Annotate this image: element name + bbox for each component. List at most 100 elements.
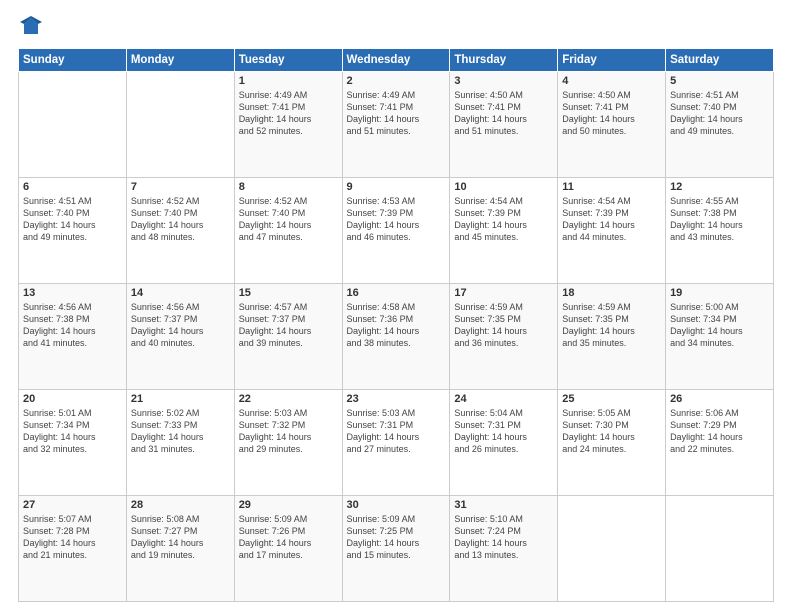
day-detail: Sunrise: 5:08 AM Sunset: 7:27 PM Dayligh… [131,513,230,562]
day-number: 18 [562,287,661,299]
day-detail: Sunrise: 4:51 AM Sunset: 7:40 PM Dayligh… [670,89,769,138]
day-cell: 17 Sunrise: 4:59 AM Sunset: 7:35 PM Dayli… [450,284,558,390]
day-detail: Sunrise: 4:53 AM Sunset: 7:39 PM Dayligh… [347,195,446,244]
day-number: 8 [239,181,338,193]
logo [18,18,42,38]
day-detail: Sunrise: 5:09 AM Sunset: 7:26 PM Dayligh… [239,513,338,562]
day-detail: Sunrise: 4:54 AM Sunset: 7:39 PM Dayligh… [562,195,661,244]
day-cell: 27 Sunrise: 5:07 AM Sunset: 7:28 PM Dayli… [19,496,127,602]
header-row: SundayMondayTuesdayWednesdayThursdayFrid… [19,49,774,72]
day-cell: 20 Sunrise: 5:01 AM Sunset: 7:34 PM Dayli… [19,390,127,496]
day-cell: 19 Sunrise: 5:00 AM Sunset: 7:34 PM Dayli… [666,284,774,390]
header-friday: Friday [558,49,666,72]
day-detail: Sunrise: 5:07 AM Sunset: 7:28 PM Dayligh… [23,513,122,562]
day-number: 1 [239,75,338,87]
day-detail: Sunrise: 5:03 AM Sunset: 7:31 PM Dayligh… [347,407,446,456]
day-detail: Sunrise: 4:59 AM Sunset: 7:35 PM Dayligh… [562,301,661,350]
day-number: 23 [347,393,446,405]
day-number: 19 [670,287,769,299]
week-row-3: 13Sunrise: 4:56 AM Sunset: 7:38 PM Dayli… [19,284,774,390]
day-detail: Sunrise: 4:49 AM Sunset: 7:41 PM Dayligh… [239,89,338,138]
day-cell: 14Sunrise: 4:56 AM Sunset: 7:37 PM Dayli… [126,284,234,390]
page: SundayMondayTuesdayWednesdayThursdayFrid… [0,0,792,612]
day-cell: 10 Sunrise: 4:54 AM Sunset: 7:39 PM Dayli… [450,178,558,284]
day-cell: 1 Sunrise: 4:49 AM Sunset: 7:41 PM Daylig… [234,72,342,178]
day-detail: Sunrise: 4:52 AM Sunset: 7:40 PM Dayligh… [131,195,230,244]
day-detail: Sunrise: 5:00 AM Sunset: 7:34 PM Dayligh… [670,301,769,350]
day-number: 28 [131,499,230,511]
week-row-1: 1 Sunrise: 4:49 AM Sunset: 7:41 PM Daylig… [19,72,774,178]
day-cell: 7Sunrise: 4:52 AM Sunset: 7:40 PM Daylig… [126,178,234,284]
header-sunday: Sunday [19,49,127,72]
week-row-4: 20 Sunrise: 5:01 AM Sunset: 7:34 PM Dayli… [19,390,774,496]
header-saturday: Saturday [666,49,774,72]
day-cell: 5 Sunrise: 4:51 AM Sunset: 7:40 PM Daylig… [666,72,774,178]
day-cell: 9 Sunrise: 4:53 AM Sunset: 7:39 PM Daylig… [342,178,450,284]
day-cell [19,72,127,178]
day-number: 17 [454,287,553,299]
day-cell: 22 Sunrise: 5:03 AM Sunset: 7:32 PM Dayli… [234,390,342,496]
day-number: 16 [347,287,446,299]
day-number: 11 [562,181,661,193]
day-detail: Sunrise: 5:03 AM Sunset: 7:32 PM Dayligh… [239,407,338,456]
day-cell: 12Sunrise: 4:55 AM Sunset: 7:38 PM Dayli… [666,178,774,284]
day-number: 22 [239,393,338,405]
day-cell: 26 Sunrise: 5:06 AM Sunset: 7:29 PM Dayli… [666,390,774,496]
day-cell: 6 Sunrise: 4:51 AM Sunset: 7:40 PM Daylig… [19,178,127,284]
day-cell [126,72,234,178]
day-number: 14 [131,287,230,299]
day-cell: 21Sunrise: 5:02 AM Sunset: 7:33 PM Dayli… [126,390,234,496]
day-number: 9 [347,181,446,193]
day-detail: Sunrise: 5:06 AM Sunset: 7:29 PM Dayligh… [670,407,769,456]
day-number: 25 [562,393,661,405]
day-detail: Sunrise: 5:04 AM Sunset: 7:31 PM Dayligh… [454,407,553,456]
header-wednesday: Wednesday [342,49,450,72]
day-number: 5 [670,75,769,87]
day-cell: 24 Sunrise: 5:04 AM Sunset: 7:31 PM Dayli… [450,390,558,496]
day-cell [666,496,774,602]
day-cell: 30Sunrise: 5:09 AM Sunset: 7:25 PM Dayli… [342,496,450,602]
day-number: 29 [239,499,338,511]
day-detail: Sunrise: 4:50 AM Sunset: 7:41 PM Dayligh… [454,89,553,138]
header-monday: Monday [126,49,234,72]
day-number: 3 [454,75,553,87]
day-number: 2 [347,75,446,87]
day-cell: 3 Sunrise: 4:50 AM Sunset: 7:41 PM Daylig… [450,72,558,178]
day-detail: Sunrise: 4:57 AM Sunset: 7:37 PM Dayligh… [239,301,338,350]
day-cell: 13Sunrise: 4:56 AM Sunset: 7:38 PM Dayli… [19,284,127,390]
day-detail: Sunrise: 5:09 AM Sunset: 7:25 PM Dayligh… [347,513,446,562]
week-row-2: 6 Sunrise: 4:51 AM Sunset: 7:40 PM Daylig… [19,178,774,284]
week-row-5: 27 Sunrise: 5:07 AM Sunset: 7:28 PM Dayli… [19,496,774,602]
day-number: 27 [23,499,122,511]
day-detail: Sunrise: 4:55 AM Sunset: 7:38 PM Dayligh… [670,195,769,244]
day-detail: Sunrise: 5:01 AM Sunset: 7:34 PM Dayligh… [23,407,122,456]
day-cell: 18 Sunrise: 4:59 AM Sunset: 7:35 PM Dayli… [558,284,666,390]
header-tuesday: Tuesday [234,49,342,72]
day-number: 6 [23,181,122,193]
day-cell: 8 Sunrise: 4:52 AM Sunset: 7:40 PM Daylig… [234,178,342,284]
day-number: 13 [23,287,122,299]
day-number: 20 [23,393,122,405]
header [18,18,774,38]
day-cell: 16 Sunrise: 4:58 AM Sunset: 7:36 PM Dayli… [342,284,450,390]
day-detail: Sunrise: 5:10 AM Sunset: 7:24 PM Dayligh… [454,513,553,562]
day-number: 26 [670,393,769,405]
day-cell [558,496,666,602]
day-number: 31 [454,499,553,511]
day-cell: 28 Sunrise: 5:08 AM Sunset: 7:27 PM Dayli… [126,496,234,602]
day-detail: Sunrise: 4:49 AM Sunset: 7:41 PM Dayligh… [347,89,446,138]
day-detail: Sunrise: 5:05 AM Sunset: 7:30 PM Dayligh… [562,407,661,456]
day-cell: 15 Sunrise: 4:57 AM Sunset: 7:37 PM Dayli… [234,284,342,390]
day-detail: Sunrise: 4:59 AM Sunset: 7:35 PM Dayligh… [454,301,553,350]
calendar-table: SundayMondayTuesdayWednesdayThursdayFrid… [18,48,774,602]
day-detail: Sunrise: 4:51 AM Sunset: 7:40 PM Dayligh… [23,195,122,244]
day-detail: Sunrise: 4:54 AM Sunset: 7:39 PM Dayligh… [454,195,553,244]
day-number: 4 [562,75,661,87]
logo-icon [20,16,42,38]
day-detail: Sunrise: 4:50 AM Sunset: 7:41 PM Dayligh… [562,89,661,138]
day-detail: Sunrise: 4:58 AM Sunset: 7:36 PM Dayligh… [347,301,446,350]
day-detail: Sunrise: 4:52 AM Sunset: 7:40 PM Dayligh… [239,195,338,244]
day-number: 15 [239,287,338,299]
day-number: 24 [454,393,553,405]
day-number: 10 [454,181,553,193]
